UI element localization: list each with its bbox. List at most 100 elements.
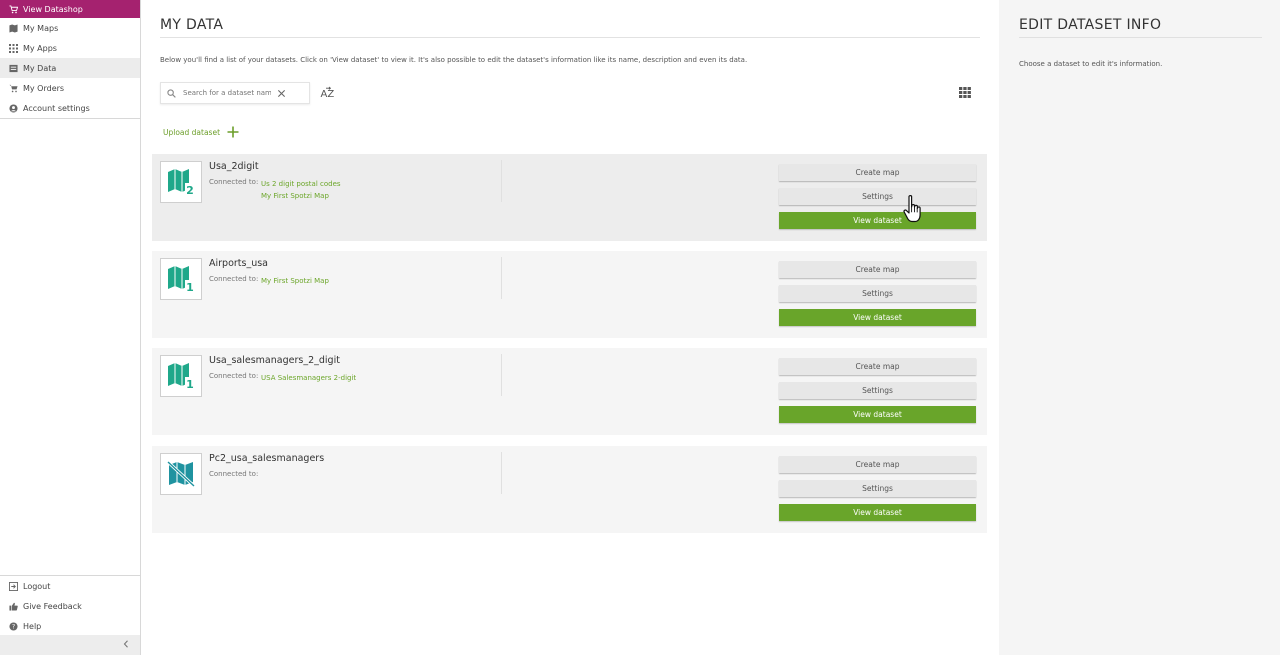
map-1-icon: 1 xyxy=(168,363,195,390)
sidebar-item-label: Help xyxy=(23,621,42,631)
sidebar-item-account-settings[interactable]: Account settings xyxy=(0,98,140,118)
svg-text:?: ? xyxy=(12,623,15,630)
sort-az-button[interactable]: AZ xyxy=(320,86,336,100)
settings-button[interactable]: Settings xyxy=(779,480,976,497)
card-divider xyxy=(501,257,502,299)
sidebar-item-my-data[interactable]: My Data xyxy=(0,58,140,78)
sidebar-item-label: View Datashop xyxy=(23,4,83,14)
connected-to-label: Connected to: xyxy=(209,178,259,186)
connected-to-label: Connected to: xyxy=(209,470,259,478)
cart-icon xyxy=(9,4,18,14)
sort-az-icon: AZ xyxy=(321,86,335,100)
create-map-button[interactable]: Create map xyxy=(779,261,976,278)
svg-text:1: 1 xyxy=(186,281,194,293)
dataset-thumbnail: 2 xyxy=(160,161,202,203)
dataset-card[interactable]: Pc2_usa_salesmanagers Connected to: Crea… xyxy=(152,446,987,533)
sidebar-item-my-apps[interactable]: My Apps xyxy=(0,38,140,58)
sidebar-item-my-maps[interactable]: My Maps xyxy=(0,18,140,38)
clear-search-icon[interactable] xyxy=(277,89,286,98)
sidebar-divider xyxy=(0,118,140,119)
connected-to-label: Connected to: xyxy=(209,275,259,283)
dataset-thumbnail: 1 xyxy=(160,355,202,397)
grid-view-icon xyxy=(959,87,971,98)
panel-divider xyxy=(1019,37,1262,38)
upload-dataset-label: Upload dataset xyxy=(163,127,221,137)
search-input[interactable] xyxy=(183,89,271,97)
card-divider xyxy=(501,354,502,396)
data-icon xyxy=(9,64,18,73)
sidebar-nav: View Datashop My Maps My Apps My Data My… xyxy=(0,0,140,119)
help-icon: ? xyxy=(9,621,18,631)
view-dataset-button[interactable]: View dataset xyxy=(779,212,976,229)
sidebar-item-label: My Data xyxy=(23,63,57,73)
sidebar-bottom-nav: Logout Give Feedback ? Help xyxy=(0,575,140,636)
sidebar-item-label: My Maps xyxy=(23,23,59,33)
create-map-button[interactable]: Create map xyxy=(779,358,976,375)
plus-icon xyxy=(227,126,239,138)
connected-links: My First Spotzi Map xyxy=(261,275,329,287)
dataset-thumbnail: 1 xyxy=(160,258,202,300)
title-divider xyxy=(160,37,980,38)
settings-button[interactable]: Settings xyxy=(779,382,976,399)
logout-icon xyxy=(9,581,18,591)
sidebar-item-label: Logout xyxy=(23,581,51,591)
dataset-card[interactable]: 1 Usa_salesmanagers_2_digit Connected to… xyxy=(152,348,987,435)
svg-text:2: 2 xyxy=(186,184,194,196)
panel-hint: Choose a dataset to edit it's informatio… xyxy=(1019,60,1163,68)
settings-button[interactable]: Settings xyxy=(779,285,976,302)
sidebar-item-label: My Orders xyxy=(23,83,65,93)
connected-to-label: Connected to: xyxy=(209,372,259,380)
map-icon xyxy=(9,23,18,33)
apps-grid-icon xyxy=(9,43,18,53)
chevron-left-icon xyxy=(123,640,129,650)
intro-text: Below you'll find a list of your dataset… xyxy=(160,56,748,64)
connected-links: Us 2 digit postal codes My First Spotzi … xyxy=(261,178,341,202)
sort-az-label: AZ xyxy=(321,89,335,100)
edit-dataset-panel: EDIT DATASET INFO Choose a dataset to ed… xyxy=(999,0,1280,655)
card-divider xyxy=(501,452,502,494)
dataset-name: Usa_salesmanagers_2_digit xyxy=(209,355,340,366)
create-map-button[interactable]: Create map xyxy=(779,456,976,473)
search-icon xyxy=(167,88,177,98)
settings-button[interactable]: Settings xyxy=(779,188,976,205)
thumbs-up-icon xyxy=(9,602,18,611)
create-map-button[interactable]: Create map xyxy=(779,164,976,181)
sidebar-item-help[interactable]: ? Help xyxy=(0,616,140,636)
view-dataset-button[interactable]: View dataset xyxy=(779,309,976,326)
search-box xyxy=(160,82,310,104)
dataset-card[interactable]: 2 Usa_2digit Connected to: Us 2 digit po… xyxy=(152,154,987,241)
svg-text:1: 1 xyxy=(186,378,194,390)
dataset-card[interactable]: 1 Airports_usa Connected to: My First Sp… xyxy=(152,251,987,338)
sidebar: View Datashop My Maps My Apps My Data My… xyxy=(0,0,141,655)
panel-title: EDIT DATASET INFO xyxy=(1019,17,1162,33)
sidebar-collapse-button[interactable] xyxy=(0,635,140,655)
main-content: MY DATA Below you'll find a list of your… xyxy=(141,0,999,655)
view-dataset-button[interactable]: View dataset xyxy=(779,406,976,423)
account-icon xyxy=(9,103,18,113)
sidebar-item-give-feedback[interactable]: Give Feedback xyxy=(0,596,140,616)
dataset-name: Airports_usa xyxy=(209,258,269,269)
connected-links: USA Salesmanagers 2-digit xyxy=(261,372,356,384)
sidebar-item-logout[interactable]: Logout xyxy=(0,576,140,596)
upload-dataset-button[interactable]: Upload dataset xyxy=(163,126,239,138)
view-dataset-button[interactable]: View dataset xyxy=(779,504,976,521)
sidebar-item-view-datashop[interactable]: View Datashop xyxy=(0,0,140,18)
grid-view-toggle[interactable] xyxy=(959,87,971,98)
sidebar-item-label: My Apps xyxy=(23,43,57,53)
sidebar-item-label: Give Feedback xyxy=(23,601,82,611)
connected-link[interactable]: USA Salesmanagers 2-digit xyxy=(261,372,356,384)
map-disabled-icon xyxy=(166,460,196,488)
page-title: MY DATA xyxy=(160,17,224,33)
map-2-icon: 2 xyxy=(168,169,195,196)
dataset-name: Usa_2digit xyxy=(209,161,259,172)
dataset-thumbnail xyxy=(160,453,202,495)
dataset-name: Pc2_usa_salesmanagers xyxy=(209,453,325,464)
connected-link[interactable]: Us 2 digit postal codes xyxy=(261,178,341,190)
map-1-icon: 1 xyxy=(168,266,195,293)
card-divider xyxy=(501,160,502,202)
connected-link[interactable]: My First Spotzi Map xyxy=(261,275,329,287)
sidebar-item-my-orders[interactable]: My Orders xyxy=(0,78,140,98)
sidebar-item-label: Account settings xyxy=(23,103,90,113)
connected-link[interactable]: My First Spotzi Map xyxy=(261,190,341,202)
cart-icon xyxy=(9,84,18,93)
